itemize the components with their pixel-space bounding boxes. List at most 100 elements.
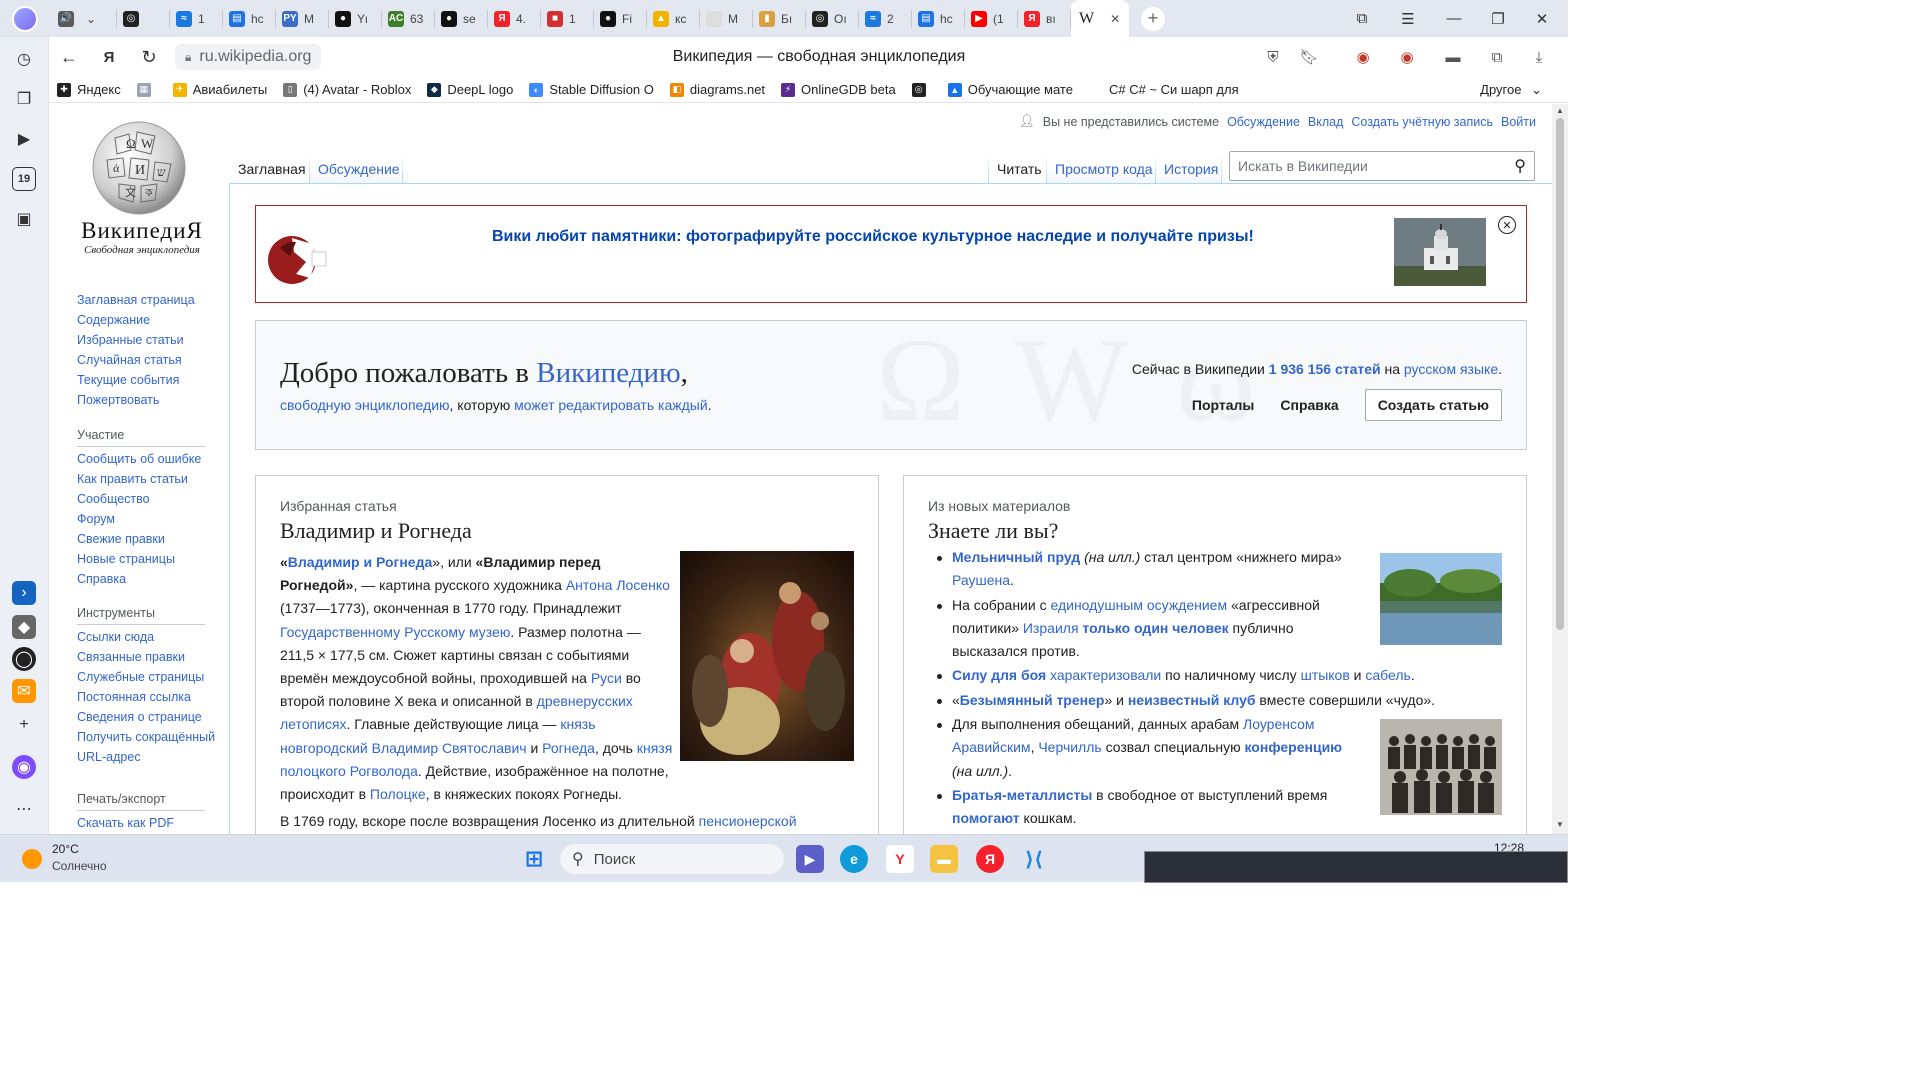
- sidebar-participation-link[interactable]: Новые страницы: [77, 549, 201, 569]
- tab-read[interactable]: Читать: [989, 154, 1050, 184]
- tab-active-wikipedia[interactable]: W ✕: [1071, 0, 1129, 37]
- browser-tab[interactable]: ≈1: [170, 0, 222, 37]
- minimize-icon[interactable]: —: [1434, 0, 1474, 37]
- contributions-link[interactable]: Вклад: [1308, 115, 1344, 129]
- inline-link[interactable]: сабель: [1365, 667, 1410, 683]
- browser-tab[interactable]: ● Yι: [329, 0, 381, 37]
- inline-link[interactable]: Силу для боя: [952, 667, 1046, 683]
- yandex-browser-icon[interactable]: Y: [886, 845, 914, 873]
- extension-icon[interactable]: ◉: [1395, 45, 1419, 69]
- sidebar-participation-link[interactable]: Как править статьи: [77, 469, 201, 489]
- mail-icon[interactable]: ✉: [12, 679, 36, 703]
- scroll-up-icon[interactable]: ▲: [1552, 106, 1568, 118]
- bookmark-item[interactable]: ◎: [904, 82, 940, 97]
- scrollbar-thumb[interactable]: [1556, 118, 1564, 630]
- sidebar-tools-link[interactable]: Ссылки сюда: [77, 627, 217, 647]
- sidebar-app-icon[interactable]: ◯: [12, 647, 36, 671]
- sidebar-nav-link[interactable]: Заглавная страница: [77, 290, 195, 310]
- chevron-down-icon[interactable]: ⌄: [86, 12, 96, 26]
- alice-icon[interactable]: ◉: [12, 755, 36, 779]
- taskbar-search[interactable]: ⚲ Поиск: [560, 844, 784, 874]
- profile-avatar[interactable]: [12, 5, 38, 32]
- bookmark-item[interactable]: ◧ diagrams.net: [662, 82, 773, 97]
- sidebar-participation-link[interactable]: Свежие правки: [77, 529, 201, 549]
- browser-tab[interactable]: ▤ hc: [912, 0, 964, 37]
- sidebar-app-icon[interactable]: ◆: [12, 615, 36, 639]
- sidebar-nav-link[interactable]: Случайная статья: [77, 350, 195, 370]
- inline-link[interactable]: Руси: [591, 670, 622, 686]
- calendar-icon[interactable]: 19: [12, 167, 36, 191]
- edge-icon[interactable]: e: [840, 845, 868, 873]
- maximize-icon[interactable]: ❐: [1478, 0, 1518, 37]
- sidebar-participation-link[interactable]: Справка: [77, 569, 201, 589]
- church-photo[interactable]: [1394, 218, 1486, 286]
- bookmark-item[interactable]: ✈ Авиабилеты: [165, 82, 275, 97]
- mill-pond-photo[interactable]: [1380, 553, 1502, 645]
- sidebar-tools-link[interactable]: Связанные правки: [77, 647, 217, 667]
- bookmark-item[interactable]: ⚡ OnlineGDB beta: [773, 82, 904, 97]
- inline-link[interactable]: помогают: [952, 810, 1020, 826]
- tab-talk[interactable]: Обсуждение: [310, 154, 408, 184]
- more-icon[interactable]: ⋯: [12, 797, 36, 821]
- close-window-icon[interactable]: ✕: [1522, 0, 1562, 37]
- browser-tab[interactable]: ▶ (1: [965, 0, 1017, 37]
- sidebar-participation-link[interactable]: Сообщество: [77, 489, 201, 509]
- sidebar-tools-link[interactable]: Сведения о странице: [77, 707, 217, 727]
- windows-start-icon[interactable]: ⊞: [520, 845, 548, 873]
- preview-window[interactable]: [1144, 851, 1568, 883]
- featured-title[interactable]: Владимир и Рогнеда: [280, 518, 472, 544]
- bookmark-item[interactable]: ◐ Stable Diffusion O: [521, 82, 662, 97]
- bookmark-item[interactable]: ▲ Обучающие мате: [940, 82, 1081, 97]
- sidebar-tools-link[interactable]: Служебные страницы: [77, 667, 217, 687]
- browser-tab[interactable]: ◎ Oı: [806, 0, 858, 37]
- sidebar-nav-link[interactable]: Текущие события: [77, 370, 195, 390]
- yandex-icon[interactable]: Я: [89, 37, 129, 77]
- meet-icon[interactable]: ▶: [796, 845, 824, 873]
- sidebar-print-link[interactable]: Скачать как PDF: [77, 813, 174, 833]
- browser-tab[interactable]: ■ 1: [541, 0, 593, 37]
- inline-link[interactable]: неизвестный клуб: [1128, 692, 1256, 708]
- bookmark-item[interactable]: ▯ (4) Avatar - Roblox: [275, 82, 419, 97]
- bookmark-item[interactable]: ✚ Яндекс: [49, 82, 129, 97]
- new-tab-button[interactable]: +: [1141, 6, 1165, 31]
- browser-tab[interactable]: ◎: [117, 0, 169, 37]
- close-tab-icon[interactable]: ✕: [1110, 12, 1120, 26]
- sidebar-participation-link[interactable]: Форум: [77, 509, 201, 529]
- inline-link[interactable]: Раушена: [952, 572, 1010, 588]
- sidebar-nav-link[interactable]: Избранные статьи: [77, 330, 195, 350]
- sidebar-tools-link[interactable]: Постоянная ссылка: [77, 687, 217, 707]
- create-article-button[interactable]: Создать статью: [1364, 389, 1502, 421]
- user-talk-link[interactable]: Обсуждение: [1227, 115, 1300, 129]
- menu-icon[interactable]: ☰: [1388, 0, 1428, 37]
- extension-icon[interactable]: ▬: [1441, 45, 1465, 69]
- browser-tab[interactable]: ● se: [435, 0, 487, 37]
- anyone-can-edit-link[interactable]: может редактировать каждый: [514, 397, 708, 413]
- inline-link[interactable]: характеризовали: [1050, 667, 1161, 683]
- browser-tab[interactable]: ▤ hc: [223, 0, 275, 37]
- inline-link[interactable]: Израиля: [1023, 620, 1079, 636]
- bookmark-icon[interactable]: 🔖︎: [1297, 45, 1321, 69]
- scroll-down-icon[interactable]: ▼: [1552, 820, 1568, 832]
- conference-photo[interactable]: [1380, 719, 1502, 815]
- inline-link[interactable]: Братья-металлисты: [952, 787, 1092, 803]
- page-scrollbar[interactable]: ▲ ▼: [1552, 104, 1568, 834]
- close-banner-icon[interactable]: ✕: [1498, 216, 1516, 234]
- search-icon[interactable]: ⚲: [1514, 156, 1526, 176]
- inline-link[interactable]: конференцию: [1244, 739, 1342, 755]
- sidebar-tools-link[interactable]: Получить сокращённый URL-адрес: [77, 727, 217, 767]
- weather-temp[interactable]: 20°C: [52, 842, 79, 856]
- inline-link[interactable]: Владимир и Рогнеда: [288, 554, 432, 570]
- wikipedia-link[interactable]: Википедию: [536, 357, 680, 389]
- screenshot-icon[interactable]: ▣: [12, 207, 36, 231]
- browser-tab[interactable]: M: [700, 0, 752, 37]
- extension-icon[interactable]: ⧉: [1485, 45, 1509, 69]
- add-icon[interactable]: +: [12, 713, 36, 737]
- bookmark-item[interactable]: ▦: [129, 82, 165, 97]
- sidebar-nav-link[interactable]: Содержание: [77, 310, 195, 330]
- wikipedia-globe-logo[interactable]: Ω W ά И ש 文 ক: [85, 118, 193, 218]
- browser-tab[interactable]: ≈2: [859, 0, 911, 37]
- inline-link[interactable]: Антона Лосенко: [566, 577, 670, 593]
- sidebar-participation-link[interactable]: Сообщить об ошибке: [77, 449, 201, 469]
- free-encyclopedia-link[interactable]: свободную энциклопедию: [280, 397, 450, 413]
- browser-tab[interactable]: Явı: [1018, 0, 1070, 37]
